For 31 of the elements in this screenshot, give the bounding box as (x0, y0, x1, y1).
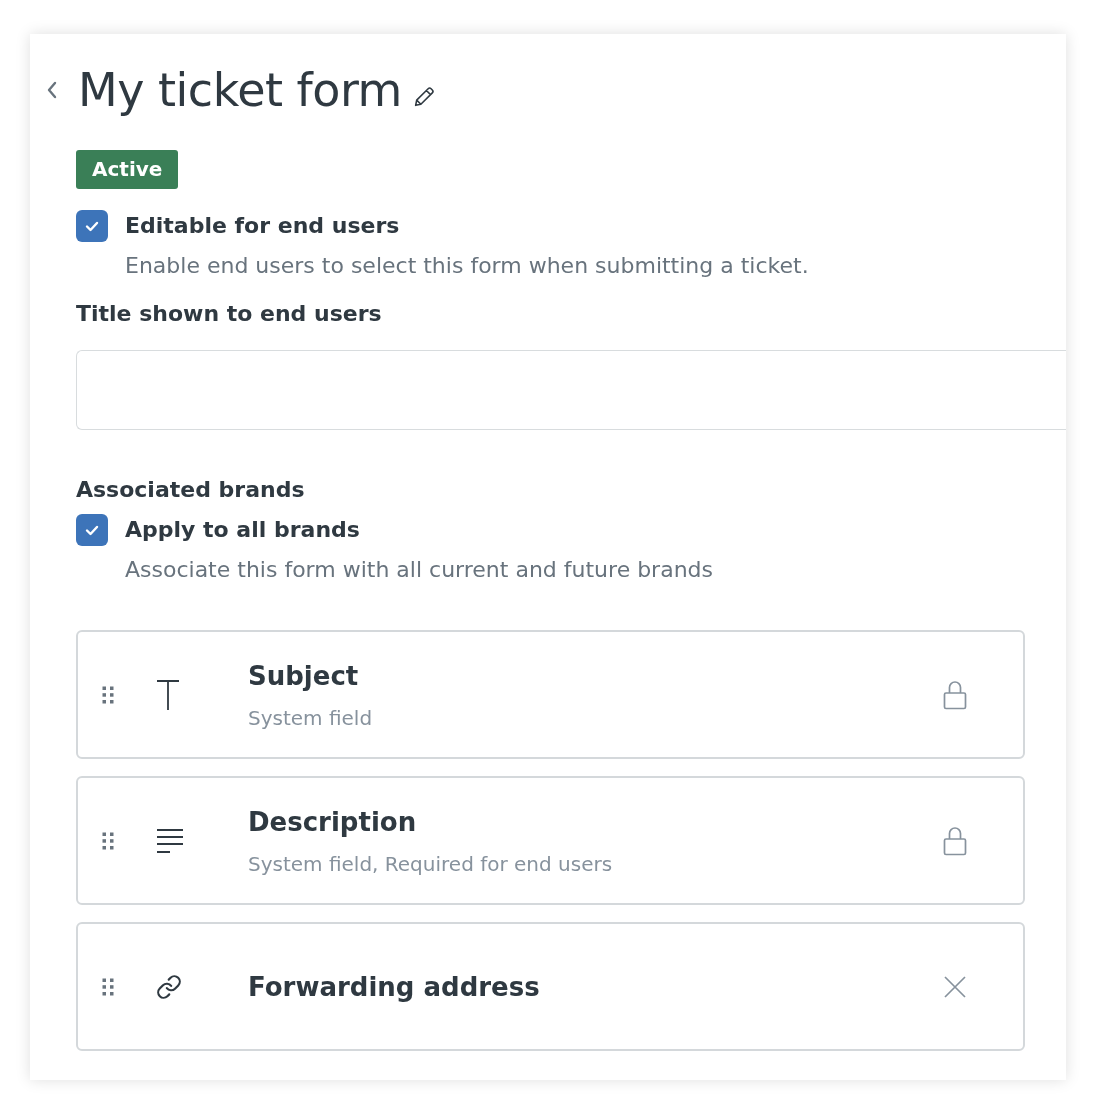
checkbox[interactable] (76, 210, 108, 242)
field-name: Description (248, 805, 418, 839)
field-name: Forwarding address (248, 970, 541, 1004)
status-badge: Active (76, 150, 179, 189)
checkbox-hint: Associate this form with all current and future brands (125, 556, 715, 584)
checkbox[interactable] (76, 514, 108, 546)
checkmark-icon (85, 220, 99, 232)
checkbox-label: Apply to all brands (125, 516, 360, 544)
back-button[interactable] (46, 80, 58, 100)
drag-grip-icon (102, 831, 114, 850)
field-name: Subject (248, 659, 360, 693)
drag-grip-icon (102, 977, 114, 996)
section-heading: Associated brands (76, 476, 306, 504)
drag-handle[interactable] (102, 977, 114, 996)
drag-handle[interactable] (102, 831, 114, 850)
link-icon (156, 973, 182, 1000)
field-label: Title shown to end users (76, 300, 383, 328)
drag-handle[interactable] (102, 685, 114, 704)
field-description: System field (248, 704, 374, 732)
page-title: My ticket form (78, 62, 402, 118)
checkmark-icon (85, 524, 99, 536)
text-type-icon (156, 678, 180, 711)
text-input-field[interactable] (76, 350, 1066, 430)
paragraph-lines-icon (156, 827, 184, 854)
checkbox-hint: Enable end users to select this form when submitting a ticket. (125, 252, 810, 280)
remove-button[interactable] (943, 974, 967, 999)
drag-grip-icon (102, 685, 114, 704)
chevron-left-icon (46, 80, 58, 100)
checkbox-label: Editable for end users (125, 212, 400, 240)
close-icon (943, 974, 967, 999)
field-description: System field, Required for end users (248, 850, 614, 878)
